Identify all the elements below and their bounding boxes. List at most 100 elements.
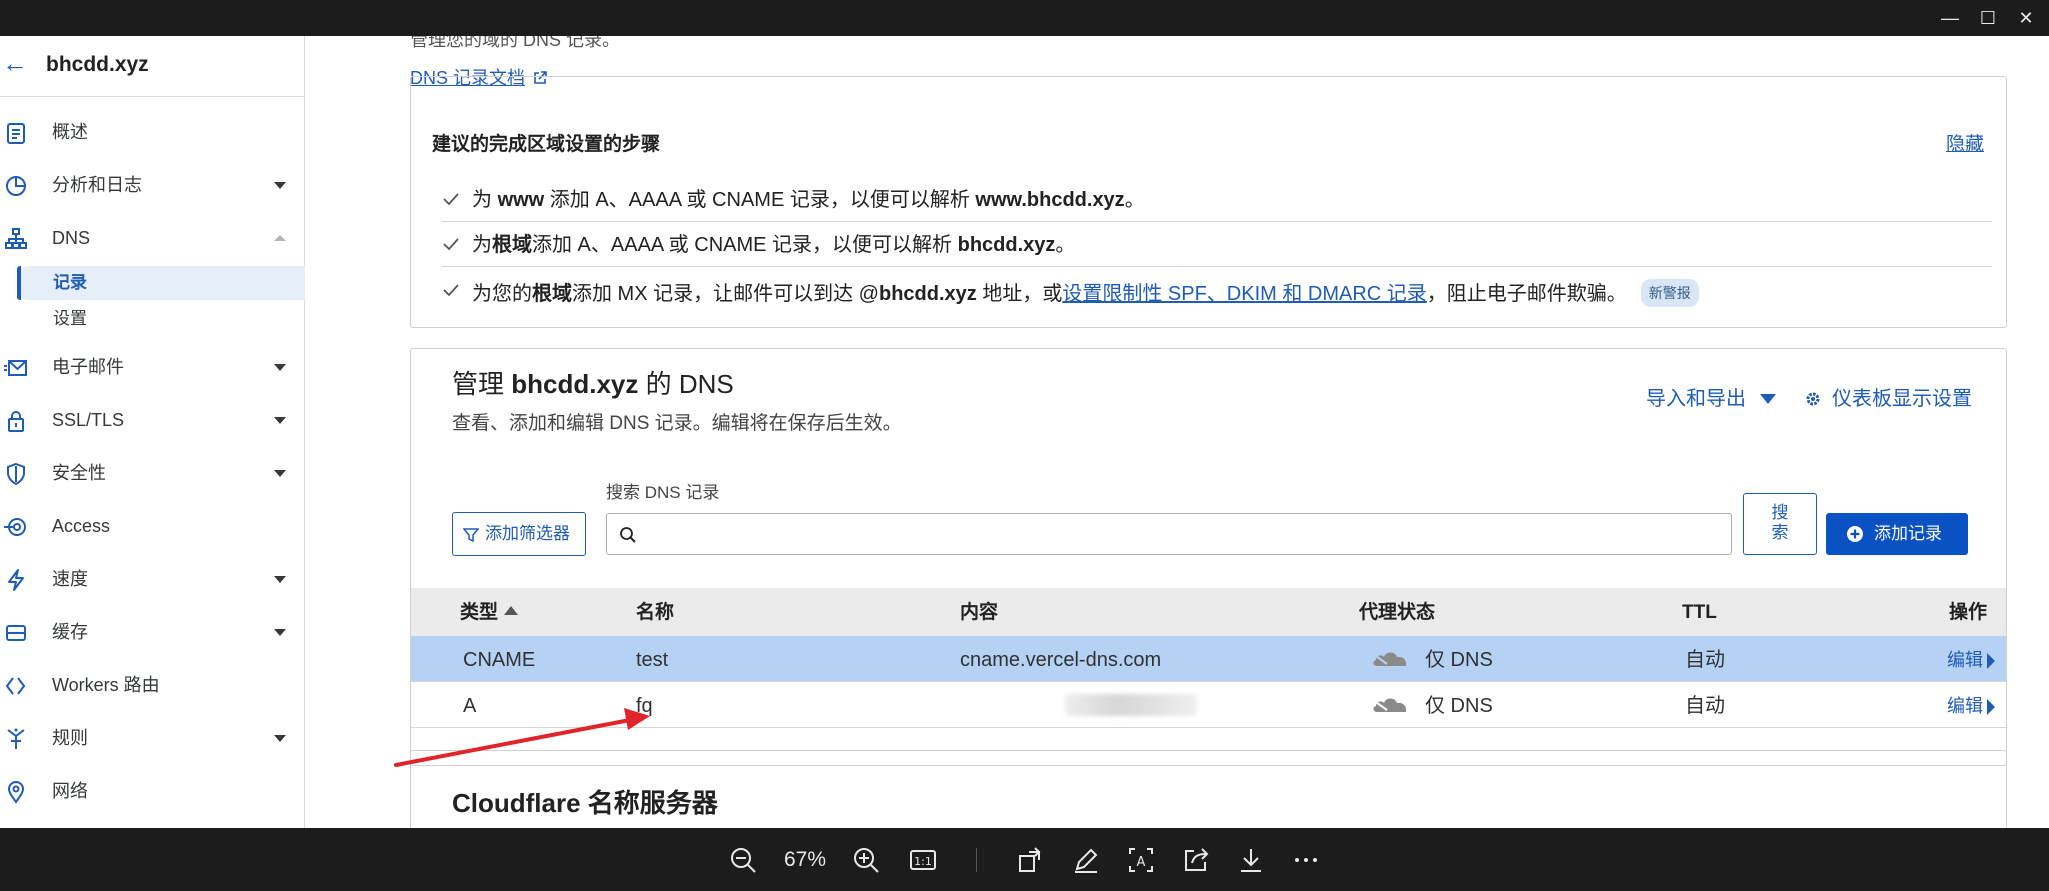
step-item: 为根域添加 A、AAAA 或 CNAME 记录，以便可以解析 bhcdd.xyz… <box>442 223 1992 267</box>
minimize-button[interactable]: — <box>1938 6 1962 30</box>
dashboard-display-settings-button[interactable]: 仪表板显示设置 <box>1832 386 1972 412</box>
sidebar-item-analytics[interactable]: 分析和日志 <box>0 165 305 205</box>
records-table-header: 类型 名称 内容 代理状态 TTL 操作 <box>411 588 2006 636</box>
column-header-ttl[interactable]: TTL <box>1682 602 1717 624</box>
record-ttl: 自动 <box>1685 695 1725 717</box>
clipboard-icon <box>7 123 25 144</box>
table-row[interactable]: A fq 仅 DNS 自动 编辑 <box>411 682 2006 728</box>
toolbar-divider <box>976 848 977 872</box>
search-button-label-1: 搜 <box>1771 503 1789 522</box>
email-security-link[interactable]: 设置限制性 SPF、DKIM 和 DMARC 记录 <box>1062 283 1426 305</box>
step-text: 为根域添加 A、AAAA 或 CNAME 记录，以便可以解析 bhcdd.xyz… <box>472 234 1076 256</box>
main-content: 管理您的域的 DNS 记录。 DNS 记录文档 建议的完成区域设置的步骤 隐藏 … <box>306 36 2049 828</box>
dns-card-subtitle: 查看、添加和编辑 DNS 记录。编辑将在保存后生效。 <box>452 413 902 434</box>
domain-name: bhcdd.xyz <box>46 53 149 76</box>
expand-arrow-icon <box>1987 699 1995 715</box>
column-header-name[interactable]: 名称 <box>636 602 674 624</box>
text-recognition-icon[interactable]: A <box>1127 846 1155 874</box>
gear-icon <box>1806 392 1820 406</box>
svg-text:A: A <box>1137 855 1146 870</box>
sidebar-subitem-records[interactable]: 记录 <box>17 266 305 300</box>
close-button[interactable]: ✕ <box>2014 6 2038 30</box>
mail-icon <box>4 360 27 376</box>
new-alert-badge: 新警报 <box>1640 279 1699 307</box>
edit-record-button[interactable]: 编辑 <box>1947 695 1995 717</box>
step-text: 为您的根域添加 MX 记录，让邮件可以到达 @bhcdd.xyz 地址，或设置限… <box>472 279 1699 307</box>
svg-text:1:1: 1:1 <box>914 855 932 868</box>
workers-icon <box>5 677 26 695</box>
expand-arrow-icon <box>1987 653 1995 669</box>
plus-circle-icon <box>1847 526 1863 542</box>
zoom-in-icon[interactable] <box>852 846 880 874</box>
dns-card-title: 管理 bhcdd.xyz 的 DNS <box>452 369 734 399</box>
sidebar-subitem-settings[interactable]: 设置 <box>17 302 305 336</box>
column-header-content[interactable]: 内容 <box>960 602 998 624</box>
lock-icon <box>8 411 24 432</box>
sidebar-item-label: 分析和日志 <box>52 175 142 195</box>
add-record-button[interactable]: 添加记录 <box>1826 513 1968 555</box>
network-icon <box>5 228 27 249</box>
page-description: 管理您的域的 DNS 记录。 <box>410 36 621 50</box>
edit-record-button[interactable]: 编辑 <box>1947 649 1995 671</box>
table-row[interactable]: CNAME test cname.vercel-dns.com 仅 DNS 自动… <box>411 636 2006 682</box>
sidebar-item-caching[interactable]: 缓存 <box>0 612 305 652</box>
zoom-out-icon[interactable] <box>729 846 757 874</box>
dns-only-cloud-icon <box>1372 652 1407 666</box>
more-options-icon[interactable] <box>1292 846 1320 874</box>
pie-chart-icon <box>6 176 26 196</box>
import-export-button[interactable]: 导入和导出 <box>1646 386 1746 412</box>
sidebar-item-network[interactable]: 网络 <box>0 771 305 811</box>
sidebar-subitem-label: 设置 <box>53 309 87 328</box>
sidebar-item-access[interactable]: Access <box>0 506 305 546</box>
rules-icon <box>7 728 25 749</box>
shield-icon <box>7 462 25 486</box>
sidebar-item-label: 概述 <box>52 122 88 142</box>
add-filter-button[interactable]: 添加筛选器 <box>452 512 586 556</box>
search-input[interactable] <box>647 520 1717 548</box>
sidebar: ← bhcdd.xyz 概述 分析和日志 DNS 记录 设置 电子邮件 SSL/… <box>0 36 305 828</box>
sidebar-item-rules[interactable]: 规则 <box>0 718 305 758</box>
record-proxy-status: 仅 DNS <box>1425 649 1493 671</box>
chevron-down-icon <box>274 629 286 636</box>
pen-icon[interactable] <box>1072 846 1100 874</box>
sidebar-item-speed[interactable]: 速度 <box>0 559 305 599</box>
check-icon <box>443 193 459 206</box>
download-icon[interactable] <box>1237 846 1265 874</box>
sidebar-item-overview[interactable]: 概述 <box>0 112 305 152</box>
sidebar-subitem-label: 记录 <box>53 273 87 292</box>
sidebar-item-label: 安全性 <box>52 463 106 483</box>
check-icon <box>443 238 459 251</box>
bolt-icon <box>8 569 24 591</box>
sidebar-item-ssl-tls[interactable]: SSL/TLS <box>0 400 305 440</box>
chevron-up-icon <box>274 235 286 241</box>
record-content: cname.vercel-dns.com <box>960 649 1162 671</box>
access-icon <box>4 518 26 536</box>
actual-size-icon[interactable]: 1:1 <box>909 846 937 874</box>
hide-steps-link[interactable]: 隐藏 <box>1946 133 1984 157</box>
sidebar-item-dns[interactable]: DNS <box>0 218 305 258</box>
back-arrow-icon[interactable]: ← <box>2 46 28 80</box>
maximize-button[interactable]: ☐ <box>1976 6 2000 30</box>
chevron-down-icon <box>274 470 286 477</box>
share-icon[interactable] <box>1182 846 1210 874</box>
record-proxy-status: 仅 DNS <box>1425 695 1493 717</box>
chevron-down-icon <box>1760 394 1776 404</box>
search-field[interactable] <box>606 513 1732 555</box>
chevron-down-icon <box>274 576 286 583</box>
record-content-redacted <box>1065 694 1197 716</box>
search-button-label-2: 索 <box>1771 523 1789 542</box>
step-text: 为 www 添加 A、AAAA 或 CNAME 记录，以便可以解析 www.bh… <box>472 189 1145 211</box>
sidebar-item-workers-routes[interactable]: Workers 路由 <box>0 665 305 705</box>
record-type: CNAME <box>463 649 536 671</box>
search-button[interactable]: 搜索 <box>1743 493 1817 555</box>
add-record-label: 添加记录 <box>1874 524 1942 543</box>
column-header-type[interactable]: 类型 <box>460 602 519 624</box>
column-header-actions: 操作 <box>1949 602 1988 623</box>
sidebar-item-security[interactable]: 安全性 <box>0 453 305 493</box>
storage-icon <box>6 625 26 641</box>
chevron-down-icon <box>274 417 286 424</box>
sidebar-item-label: SSL/TLS <box>52 410 125 430</box>
rotate-icon[interactable] <box>1017 846 1045 874</box>
sidebar-item-email[interactable]: 电子邮件 <box>0 347 305 387</box>
sidebar-item-label: Access <box>52 516 111 536</box>
